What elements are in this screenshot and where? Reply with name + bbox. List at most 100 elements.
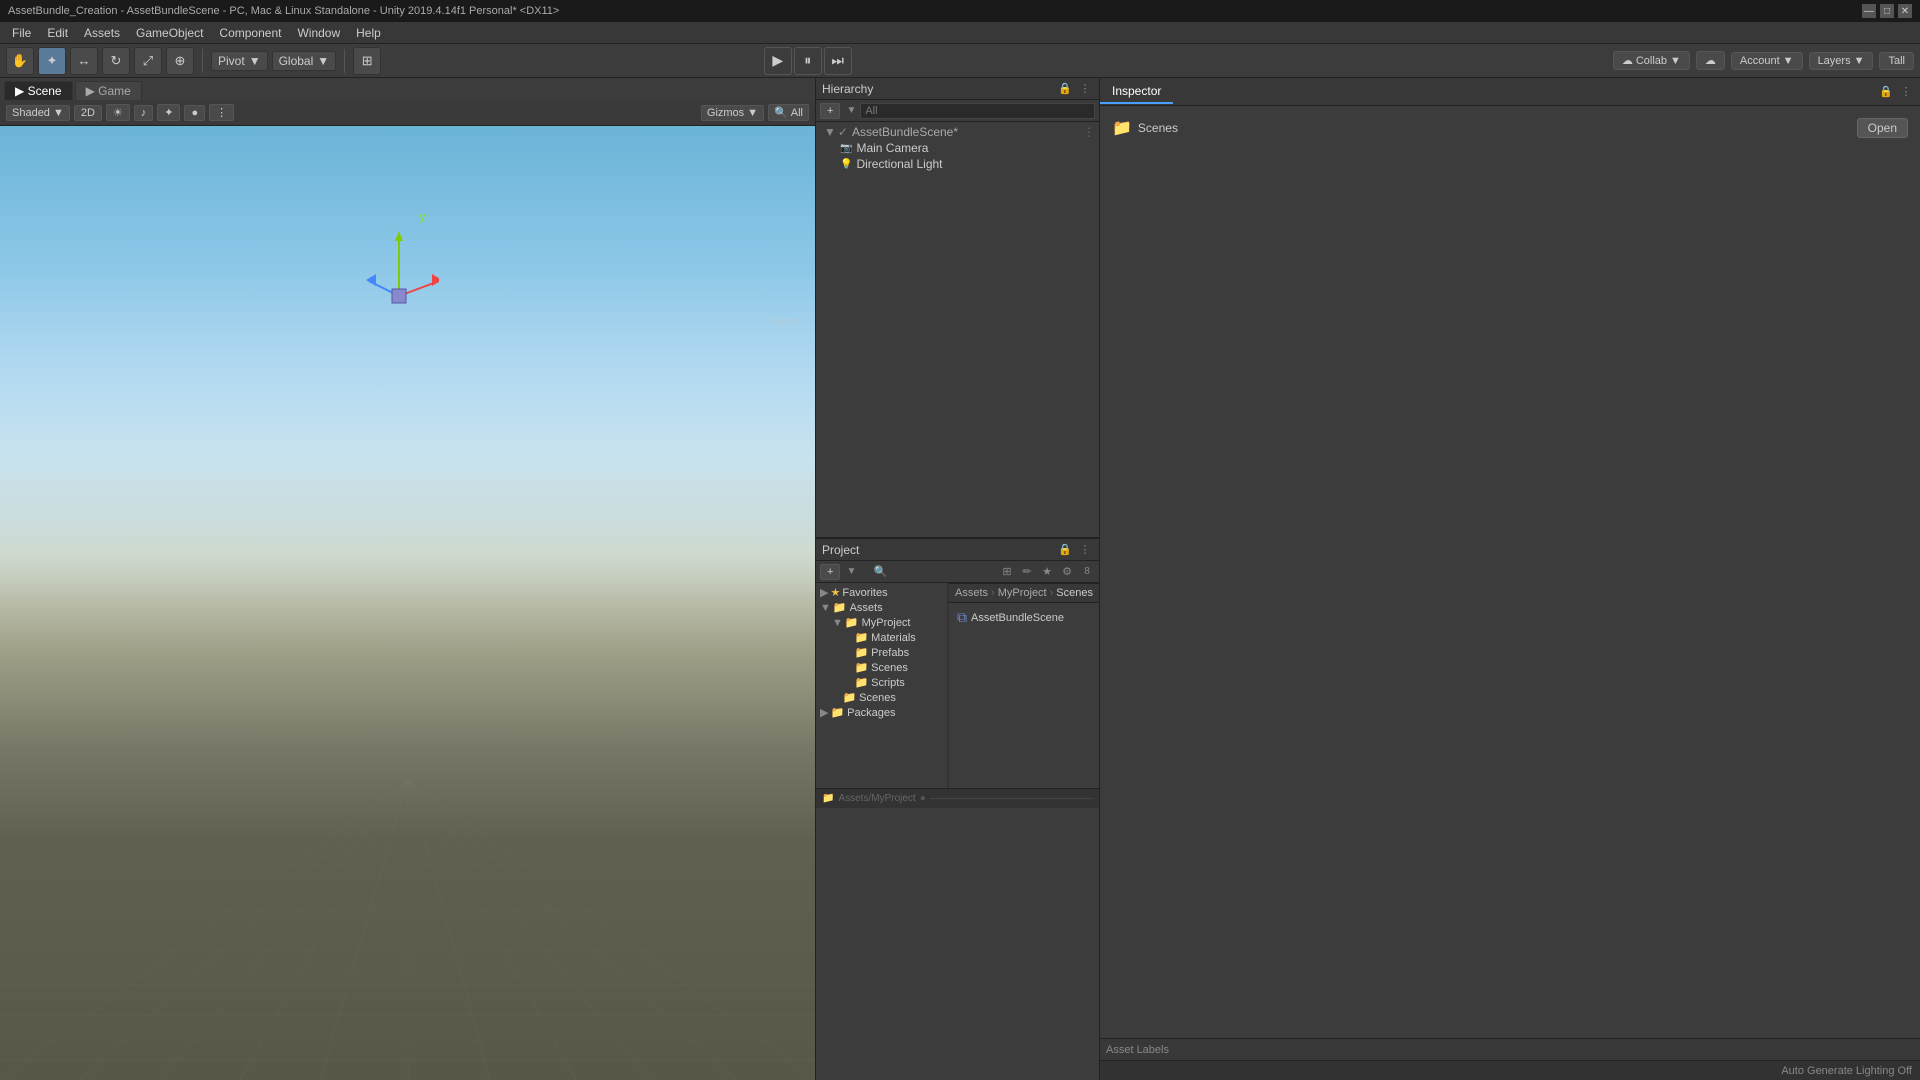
breadcrumb-myproject[interactable]: MyProject [998, 587, 1047, 599]
minimize-button[interactable]: — [1862, 4, 1876, 18]
project-favorites[interactable]: ▶ ★ Favorites [816, 585, 947, 600]
hierarchy-menu-icon[interactable]: ⋮ [1077, 81, 1093, 97]
menu-window[interactable]: Window [289, 24, 348, 42]
menu-component[interactable]: Component [211, 24, 289, 42]
project-count-label: 8 [1079, 564, 1095, 580]
project-packages[interactable]: ▶ 📁 Packages [816, 705, 947, 720]
project-scenes-myproject[interactable]: ▶ 📁 Scenes [816, 660, 947, 675]
project-materials[interactable]: ▶ 📁 Materials [816, 630, 947, 645]
global-chevron-icon: ▼ [317, 54, 329, 68]
maximize-button[interactable]: □ [1880, 4, 1894, 18]
cloud-button[interactable]: ☁ [1696, 51, 1725, 70]
scripts-label: Scripts [871, 677, 905, 689]
collab-chevron-icon: ▼ [1670, 55, 1681, 67]
materials-folder-icon: 📁 [854, 631, 868, 644]
tab-inspector[interactable]: Inspector [1100, 80, 1173, 104]
layers-chevron-icon: ▼ [1854, 55, 1865, 67]
light-icon: 💡 [840, 159, 852, 170]
assets-folder-icon: 📁 [833, 601, 847, 614]
tool-rect[interactable]: ⤢ [134, 47, 162, 75]
play-button[interactable]: ▶ [764, 47, 792, 75]
hierarchy-scene-item[interactable]: ▼ ✓ AssetBundleScene* ⋮ [816, 124, 1099, 140]
inspector-lock-icon[interactable]: 🔒 [1878, 84, 1894, 100]
tool-transform[interactable]: ⊕ [166, 47, 194, 75]
project-settings-icon[interactable]: ⚙ [1059, 564, 1075, 580]
collab-button[interactable]: ☁ Collab ▼ [1613, 51, 1690, 70]
project-menu-icon[interactable]: ⋮ [1077, 542, 1093, 558]
audio-button[interactable]: ♪ [134, 105, 154, 121]
menu-assets[interactable]: Assets [76, 24, 128, 42]
dots-button[interactable]: ⋮ [209, 104, 234, 121]
gizmos-dropdown[interactable]: Gizmos ▼ [701, 105, 764, 121]
breadcrumb-bar: Assets › MyProject › Scenes [948, 583, 1099, 603]
lighting-button[interactable]: ☀ [106, 104, 130, 121]
project-file-area: ⧉ AssetBundleScene [948, 603, 1099, 788]
project-lock-icon[interactable]: 🔒 [1057, 542, 1073, 558]
inspector-tabs: Inspector 🔒 ⋮ [1100, 78, 1920, 106]
hierarchy-item-directional-light[interactable]: 💡 Directional Light [816, 156, 1099, 172]
menu-file[interactable]: File [4, 24, 39, 42]
tab-game[interactable]: ▶ Game [75, 81, 142, 100]
tool-move[interactable]: ✦ [38, 47, 66, 75]
sample-label: Stereo [771, 316, 803, 328]
project-path-icon: 📁 [822, 793, 834, 804]
main-layout: ▶ Scene ▶ Game Shaded ▼ 2D ☀ ♪ ✦ ● ⋮ Giz… [0, 78, 1920, 1080]
tab-scene[interactable]: ▶ Scene [4, 81, 73, 100]
pause-button[interactable]: ⏸ [794, 47, 822, 75]
project-scripts[interactable]: ▶ 📁 Scripts [816, 675, 947, 690]
menu-gameobject[interactable]: GameObject [128, 24, 211, 42]
menu-help[interactable]: Help [348, 24, 389, 42]
project-prefabs[interactable]: ▶ 📁 Prefabs [816, 645, 947, 660]
project-assets[interactable]: ▼ 📁 Assets [816, 600, 947, 615]
open-button[interactable]: Open [1857, 118, 1908, 138]
hierarchy-item-main-camera[interactable]: 📷 Main Camera [816, 140, 1099, 156]
inspector-menu-icon[interactable]: ⋮ [1898, 84, 1914, 100]
project-view-icon[interactable]: ⊞ [999, 564, 1015, 580]
hierarchy-lock-icon[interactable]: 🔒 [1057, 81, 1073, 97]
shaded-dropdown[interactable]: Shaded ▼ [6, 105, 70, 121]
scene-viewport[interactable]: y Stereo [0, 126, 815, 1080]
prefabs-label: Prefabs [871, 647, 909, 659]
hierarchy-add-button[interactable]: + [820, 103, 840, 119]
pivot-chevron-icon: ▼ [249, 54, 261, 68]
project-add-button[interactable]: + [820, 564, 840, 580]
camera-button[interactable]: ● [184, 105, 205, 121]
all-dropdown[interactable]: 🔍 All [768, 104, 809, 121]
account-button[interactable]: Account ▼ [1731, 52, 1803, 70]
global-dropdown[interactable]: Global ▼ [272, 51, 337, 71]
project-star-icon[interactable]: ★ [1039, 564, 1055, 580]
tool-scale[interactable]: ↻ [102, 47, 130, 75]
pivot-dropdown[interactable]: Pivot ▼ [211, 51, 268, 71]
2d-button[interactable]: 2D [74, 105, 102, 121]
camera-icon: 📷 [840, 143, 852, 154]
menu-edit[interactable]: Edit [39, 24, 76, 42]
breadcrumb-assets[interactable]: Assets [955, 587, 988, 599]
snap-button[interactable]: ⊞ [353, 47, 381, 75]
project-myproject[interactable]: ▼ 📁 MyProject [816, 615, 947, 630]
layout-button[interactable]: Tall [1879, 52, 1914, 70]
scene-check-icon: ✓ [838, 125, 848, 139]
directional-light-label: Directional Light [856, 157, 942, 171]
file-item-assetbundlescene[interactable]: ⧉ AssetBundleScene [953, 607, 1095, 628]
close-button[interactable]: ✕ [1898, 4, 1912, 18]
breadcrumb-scenes[interactable]: Scenes [1056, 587, 1093, 599]
collab-icon: ☁ [1622, 54, 1633, 67]
hierarchy-header: Hierarchy 🔒 ⋮ [816, 78, 1099, 100]
project-scenes-root[interactable]: ▶ 📁 Scenes [816, 690, 947, 705]
effects-button[interactable]: ✦ [157, 104, 180, 121]
hierarchy-search-input[interactable] [860, 103, 1095, 119]
step-button[interactable]: ⏭ [824, 47, 852, 75]
app-title: AssetBundle_Creation - AssetBundleScene … [8, 5, 559, 17]
project-tree: ▶ ★ Favorites ▼ 📁 Assets ▼ 📁 MyProje [816, 583, 948, 788]
tool-hand[interactable]: ✋ [6, 47, 34, 75]
scenes-root-label: Scenes [859, 692, 896, 704]
tool-rotate[interactable]: ↔ [70, 47, 98, 75]
project-search-icon[interactable]: 🔍 [872, 564, 888, 580]
project-edit-icon[interactable]: ✏ [1019, 564, 1035, 580]
packages-folder-icon: 📁 [830, 706, 844, 719]
layers-button[interactable]: Layers ▼ [1809, 52, 1874, 70]
prefabs-folder-icon: 📁 [854, 646, 868, 659]
hierarchy-title: Hierarchy [822, 82, 1057, 96]
hierarchy-toolbar: + ▼ [816, 100, 1099, 122]
scene-menu-icon[interactable]: ⋮ [1083, 125, 1095, 139]
